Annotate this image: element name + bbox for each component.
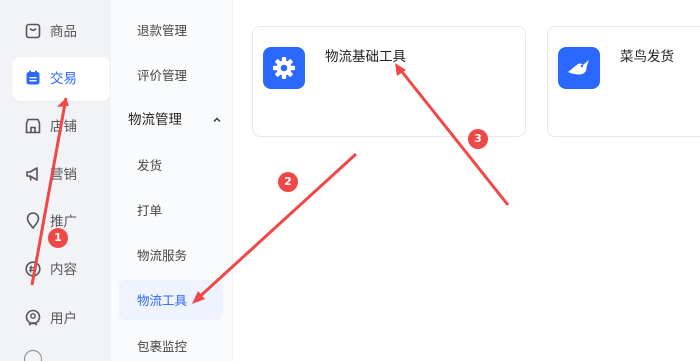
nav-item-marketing[interactable]: 营销 xyxy=(12,153,110,197)
megaphone-icon xyxy=(26,167,38,181)
nav-item-label: 内容 xyxy=(50,262,77,278)
submenu-item-print-orders[interactable]: 打单 xyxy=(137,202,162,220)
step-badge-1: 1 xyxy=(48,228,68,248)
tool-card-cainiao-shipping[interactable]: 菜鸟发货 xyxy=(547,26,700,137)
submenu-item-refunds[interactable]: 退款管理 xyxy=(137,22,187,40)
order-icon xyxy=(26,70,40,85)
submenu-item-logistics-tools[interactable]: 物流工具 xyxy=(137,292,187,310)
submenu-item-reviews[interactable]: 评价管理 xyxy=(137,67,187,85)
nav-item-content[interactable]: 内容 xyxy=(12,248,110,292)
primary-sidebar: 商品 交易 店铺 营销 推广 内容 用户 xyxy=(0,0,111,361)
nav-item-trade[interactable]: 交易 xyxy=(12,57,110,101)
step-badge-2: 2 xyxy=(278,172,298,192)
gear-icon xyxy=(273,57,295,79)
step-badge-3: 3 xyxy=(468,129,488,149)
nav-item-label: 用户 xyxy=(50,311,77,327)
gear-icon-box xyxy=(263,47,305,89)
submenu-item-logistics-services[interactable]: 物流服务 xyxy=(137,247,187,265)
store-icon xyxy=(25,118,41,134)
tool-card-logistics-basic[interactable]: 物流基础工具 xyxy=(252,26,526,137)
nav-item-label: 店铺 xyxy=(50,119,77,135)
nav-item-label: 交易 xyxy=(50,71,77,87)
submenu-group-label: 物流管理 xyxy=(128,112,182,128)
chevron-up-icon xyxy=(213,117,221,122)
nav-item-goods[interactable]: 商品 xyxy=(12,10,110,54)
cainiao-icon-box xyxy=(558,47,600,89)
cainiao-bird-icon xyxy=(568,60,589,75)
hashtag-icon xyxy=(25,261,41,277)
nav-item-label: 营销 xyxy=(50,167,77,183)
nav-item-users[interactable]: 用户 xyxy=(12,297,110,341)
location-pin-icon xyxy=(26,212,40,230)
submenu-item-parcel-monitor[interactable]: 包裹监控 xyxy=(137,338,187,356)
bag-icon xyxy=(25,23,41,39)
tool-card-title: 物流基础工具 xyxy=(325,49,406,65)
tool-card-title: 菜鸟发货 xyxy=(620,49,674,65)
nav-item-label: 商品 xyxy=(50,24,77,40)
submenu-group-logistics[interactable]: 物流管理 xyxy=(128,110,228,130)
nav-item-store[interactable]: 店铺 xyxy=(12,105,110,149)
user-icon xyxy=(25,309,41,326)
more-icon xyxy=(24,350,42,361)
submenu-item-shipping[interactable]: 发货 xyxy=(137,157,162,175)
